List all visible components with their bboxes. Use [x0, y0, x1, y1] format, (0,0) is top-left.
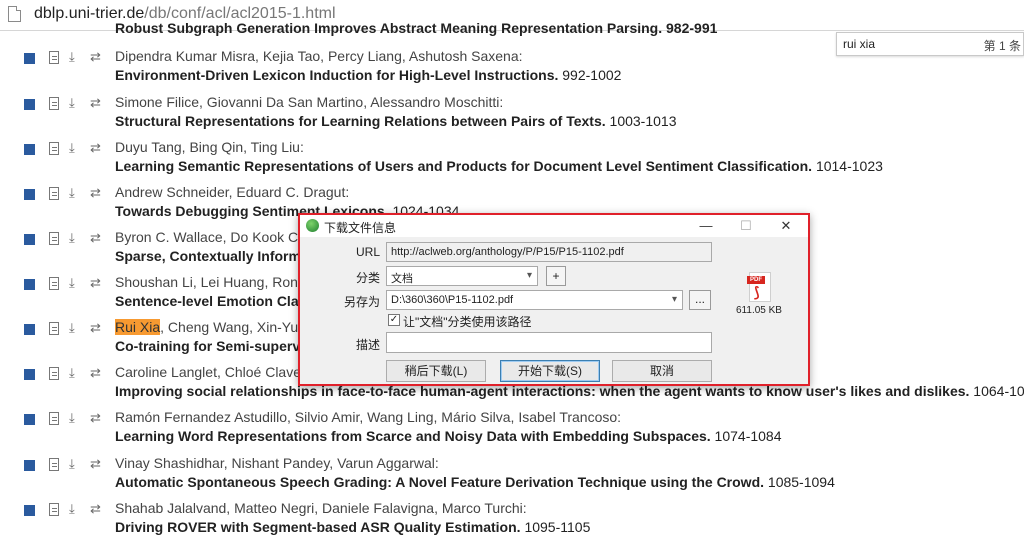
entry-square-icon[interactable]	[24, 324, 35, 335]
share-icon[interactable]: ⇄	[90, 366, 101, 380]
entry-square-icon[interactable]	[24, 53, 35, 64]
document-icon[interactable]	[49, 503, 59, 516]
share-icon[interactable]: ⇄	[90, 96, 101, 110]
entry-authors[interactable]: Ramón Fernandez Astudillo, Silvio Amir, …	[115, 409, 621, 425]
saveas-path-field[interactable]: D:\360\360\P15-1102.pdf ▾	[386, 290, 683, 310]
share-icon[interactable]: ⇄	[90, 457, 101, 471]
document-icon[interactable]	[49, 277, 59, 290]
entry-square-icon[interactable]	[24, 144, 35, 155]
maximize-button: ☐	[740, 218, 752, 233]
download-later-button[interactable]: 稍后下载(L)	[386, 360, 486, 382]
minimize-button[interactable]: —	[684, 215, 728, 237]
category-select[interactable]: 文档 ▾	[386, 266, 538, 286]
downloader-app-icon	[306, 219, 319, 232]
dialog-titlebar[interactable]: 下载文件信息 — ☐ ✕	[300, 215, 808, 237]
entry-square-icon[interactable]	[24, 414, 35, 425]
start-download-button[interactable]: 开始下载(S)	[500, 360, 600, 382]
entry-authors[interactable]: Shahab Jalalvand, Matteo Negri, Daniele …	[115, 500, 527, 516]
find-bar[interactable]: rui xia 第 1 条	[836, 32, 1024, 56]
document-icon[interactable]	[49, 187, 59, 200]
saveas-path-value: D:\360\360\P15-1102.pdf	[391, 294, 514, 306]
share-icon[interactable]: ⇄	[90, 231, 101, 245]
download-icon[interactable]: ⤓	[69, 276, 75, 290]
download-icon[interactable]: ⤓	[69, 141, 75, 155]
document-icon[interactable]	[49, 142, 59, 155]
download-icon[interactable]: ⤓	[69, 457, 75, 471]
share-icon[interactable]: ⇄	[90, 50, 101, 64]
use-path-checkbox-label[interactable]: 让"文档"分类使用该路径	[403, 313, 532, 330]
entry-authors[interactable]: Dipendra Kumar Misra, Kejia Tao, Percy L…	[115, 48, 523, 64]
add-category-button[interactable]: +	[546, 266, 566, 286]
entry-square-icon[interactable]	[24, 189, 35, 200]
download-icon[interactable]: ⤓	[69, 186, 75, 200]
entry-title: Learning Word Representations from Scarc…	[115, 428, 782, 444]
download-icon[interactable]: ⤓	[69, 231, 75, 245]
entry-authors[interactable]: Rui Xia, Cheng Wang, Xin-Yu D...	[115, 319, 324, 335]
download-icon[interactable]: ⤓	[69, 321, 75, 335]
close-button[interactable]: ✕	[764, 215, 808, 237]
partial-entry-title: Robust Subgraph Generation Improves Abst…	[115, 20, 718, 36]
chevron-down-icon: ▾	[671, 294, 677, 305]
list-item: ⤓ ⇄ Ramón Fernandez Astudillo, Silvio Ami…	[0, 409, 1024, 455]
download-icon[interactable]: ⤓	[69, 502, 75, 516]
pdf-file-icon: PDF ⟆	[747, 272, 773, 302]
list-item: ⤓ ⇄ Shahab Jalalvand, Matteo Negri, Danie…	[0, 500, 1024, 546]
download-icon[interactable]: ⤓	[69, 366, 75, 380]
browse-button[interactable]: ...	[689, 290, 711, 310]
entry-authors[interactable]: Simone Filice, Giovanni Da San Martino, …	[115, 94, 503, 110]
file-size: 611.05 KB	[736, 305, 782, 316]
saveas-label: 另存为	[343, 295, 380, 309]
share-icon[interactable]: ⇄	[90, 502, 101, 516]
entry-authors[interactable]: Vinay Shashidhar, Nishant Pandey, Varun …	[115, 455, 439, 471]
search-highlight: Rui Xia	[115, 319, 161, 335]
download-icon[interactable]: ⤓	[69, 50, 75, 64]
dialog-title: 下载文件信息	[324, 221, 397, 235]
entry-title: Learning Semantic Representations of Use…	[115, 158, 883, 174]
entry-square-icon[interactable]	[24, 369, 35, 380]
use-path-checkbox[interactable]: ✓	[388, 314, 400, 326]
category-value: 文档	[391, 273, 413, 285]
entry-title: Structural Representations for Learning …	[115, 113, 677, 129]
find-input[interactable]: rui xia	[843, 37, 875, 51]
url-field[interactable]: http://aclweb.org/anthology/P/P15/P15-11…	[386, 242, 712, 262]
entry-square-icon[interactable]	[24, 234, 35, 245]
entry-square-icon[interactable]	[24, 279, 35, 290]
category-label: 分类	[355, 271, 380, 285]
download-icon[interactable]: ⤓	[69, 411, 75, 425]
document-icon[interactable]	[49, 97, 59, 110]
download-dialog: 下载文件信息 — ☐ ✕ URL http://aclweb.org/antho…	[298, 213, 810, 386]
entry-authors[interactable]: Shoushan Li, Lei Huang, Rong ...	[115, 274, 321, 290]
document-icon[interactable]	[49, 458, 59, 471]
entry-square-icon[interactable]	[24, 460, 35, 471]
share-icon[interactable]: ⇄	[90, 186, 101, 200]
share-icon[interactable]: ⇄	[90, 321, 101, 335]
document-icon[interactable]	[49, 51, 59, 64]
cancel-button[interactable]: 取消	[612, 360, 712, 382]
entry-square-icon[interactable]	[24, 505, 35, 516]
share-icon[interactable]: ⇄	[90, 276, 101, 290]
description-field[interactable]	[386, 332, 712, 353]
entry-authors[interactable]: Duyu Tang, Bing Qin, Ting Liu:	[115, 139, 304, 155]
entry-title: Automatic Spontaneous Speech Grading: A …	[115, 474, 835, 490]
find-match-count: 第 1 条	[983, 39, 1021, 53]
entry-authors[interactable]: Caroline Langlet, Chloé Clavel:	[115, 364, 308, 380]
list-item: ⤓ ⇄ Simone Filice, Giovanni Da San Martin…	[0, 94, 1024, 140]
entry-title: Driving ROVER with Segment-based ASR Qua…	[115, 519, 591, 535]
chevron-down-icon: ▾	[526, 270, 532, 281]
share-icon[interactable]: ⇄	[90, 411, 101, 425]
download-icon[interactable]: ⤓	[69, 96, 75, 110]
description-label: 描述	[355, 338, 380, 352]
share-icon[interactable]: ⇄	[90, 141, 101, 155]
entry-title: Environment-Driven Lexicon Induction for…	[115, 67, 622, 83]
document-icon[interactable]	[49, 367, 59, 380]
entry-square-icon[interactable]	[24, 99, 35, 110]
document-icon[interactable]	[49, 322, 59, 335]
entry-authors[interactable]: Andrew Schneider, Eduard C. Dragut:	[115, 184, 349, 200]
list-item: ⤓ ⇄ Vinay Shashidhar, Nishant Pandey, Var…	[0, 455, 1024, 501]
document-icon[interactable]	[49, 412, 59, 425]
document-icon[interactable]	[49, 232, 59, 245]
entry-title: Sentence-level Emotion Clas...	[115, 293, 319, 309]
list-item: ⤓ ⇄ Duyu Tang, Bing Qin, Ting Liu: Learni…	[0, 139, 1024, 185]
url-label: URL	[355, 245, 380, 259]
